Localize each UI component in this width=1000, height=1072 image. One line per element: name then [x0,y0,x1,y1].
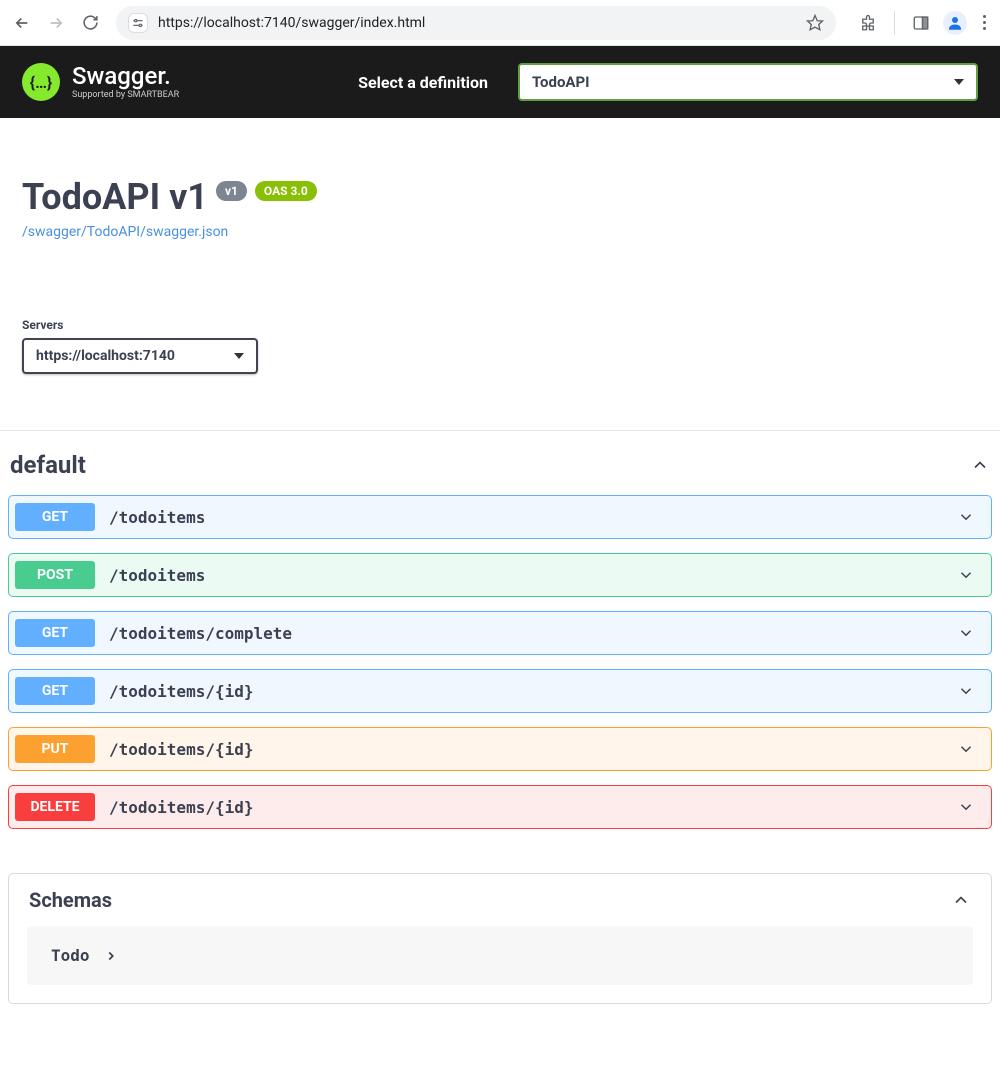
schemas-section: Schemas Todo [8,873,992,1004]
chevron-down-icon [957,682,975,700]
schemas-title: Schemas [29,888,951,912]
schema-name: Todo [51,946,90,965]
servers-label: Servers [22,318,978,332]
operation-get-todoitems-id[interactable]: GET /todoitems/{id} [8,669,992,713]
chevron-down-icon [954,79,964,85]
chevron-up-icon [970,455,990,475]
operation-path: /todoitems [109,508,957,527]
operation-path: /todoitems/{id} [109,798,957,817]
method-badge: GET [15,677,95,705]
method-badge: GET [15,503,95,531]
select-definition-label: Select a definition [358,73,488,92]
site-settings-icon[interactable] [128,13,148,33]
chevron-down-icon [957,798,975,816]
swagger-logo-subtext: Supported by SMARTBEAR [72,90,179,100]
tag-header[interactable]: default [8,431,992,495]
extensions-icon[interactable] [856,11,880,35]
swagger-logo-text: Swagger. [72,64,179,88]
operation-path: /todoitems/{id} [109,682,957,701]
server-selected-value: https://localhost:7140 [36,348,234,364]
servers-section: Servers https://localhost:7140 [22,318,978,400]
swagger-logo-icon: {…} [22,63,60,101]
chevron-down-icon [957,508,975,526]
url-bar[interactable]: https://localhost:7140/swagger/index.htm… [116,6,836,40]
side-panel-icon[interactable] [909,11,933,35]
api-title: TodoAPI v1 [22,176,208,218]
swagger-logo: {…} Swagger. Supported by SMARTBEAR [22,63,179,101]
chevron-right-icon [104,949,118,963]
version-badge: v1 [216,181,247,201]
tag-section: default GET /todoitems POST /todoitems G… [0,430,1000,873]
definition-selected-value: TodoAPI [532,73,954,91]
schemas-header[interactable]: Schemas [9,874,991,926]
url-text: https://localhost:7140/swagger/index.htm… [158,15,796,31]
server-select[interactable]: https://localhost:7140 [22,338,258,374]
definition-select[interactable]: TodoAPI [518,63,978,101]
operation-put-todoitems-id[interactable]: PUT /todoitems/{id} [8,727,992,771]
chevron-down-icon [234,353,244,359]
method-badge: DELETE [15,793,95,821]
oas-badge: OAS 3.0 [255,181,317,201]
browser-toolbar: https://localhost:7140/swagger/index.htm… [0,0,1000,46]
operation-get-todoitems[interactable]: GET /todoitems [8,495,992,539]
profile-avatar[interactable] [943,11,967,35]
chevron-down-icon [957,624,975,642]
operation-path: /todoitems/complete [109,624,957,643]
bookmark-star-icon[interactable] [806,14,824,32]
method-badge: PUT [15,735,95,763]
operation-get-todoitems-complete[interactable]: GET /todoitems/complete [8,611,992,655]
method-badge: POST [15,561,95,589]
chevron-up-icon [951,890,971,910]
reload-button[interactable] [76,9,104,37]
api-title-row: TodoAPI v1 v1 OAS 3.0 [22,176,978,218]
spec-link[interactable]: /swagger/TodoAPI/swagger.json [22,224,228,240]
back-button[interactable] [8,9,36,37]
tag-name: default [10,451,970,479]
operation-post-todoitems[interactable]: POST /todoitems [8,553,992,597]
method-badge: GET [15,619,95,647]
swagger-content: TodoAPI v1 v1 OAS 3.0 /swagger/TodoAPI/s… [0,118,1000,400]
operation-path: /todoitems/{id} [109,740,957,759]
chrome-right-controls [848,11,992,35]
forward-button[interactable] [42,9,70,37]
chevron-down-icon [957,740,975,758]
swagger-topbar: {…} Swagger. Supported by SMARTBEAR Sele… [0,46,1000,118]
operation-path: /todoitems [109,566,957,585]
divider [894,11,895,35]
operation-delete-todoitems-id[interactable]: DELETE /todoitems/{id} [8,785,992,829]
chrome-menu-icon[interactable] [977,15,992,30]
schema-item-todo[interactable]: Todo [27,926,973,985]
chevron-down-icon [957,566,975,584]
